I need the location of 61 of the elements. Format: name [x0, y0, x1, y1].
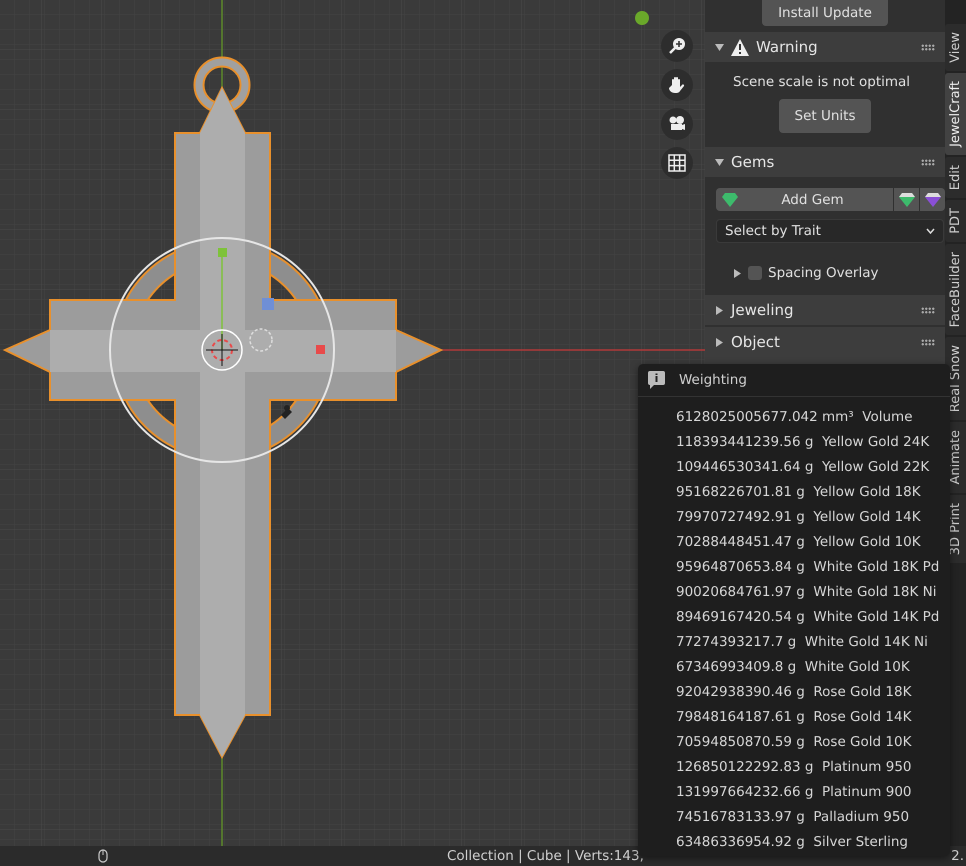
status-text: Collection | Cube | Verts:143,: [447, 848, 644, 864]
expand-arrow-icon[interactable]: [715, 306, 724, 314]
panel-header[interactable]: Warning: [705, 32, 945, 62]
expand-arrow-icon[interactable]: [733, 268, 742, 278]
panel-title: Gems: [731, 153, 776, 171]
eyedropper-icon: [281, 405, 292, 419]
transform-gizmo-drawing[interactable]: [109, 237, 335, 463]
panel-header[interactable]: Jeweling: [705, 295, 945, 325]
expand-arrow-icon[interactable]: [715, 158, 724, 166]
panel-header[interactable]: Object: [705, 327, 945, 357]
weight-row-text: 79848164187.61 g Rose Gold 14K: [676, 708, 912, 727]
sidebar-tab[interactable]: FaceBuilder: [945, 244, 966, 336]
weight-row-text: 67346993409.8 g White Gold 10K: [676, 658, 911, 677]
checkbox[interactable]: [748, 266, 762, 280]
sidebar-tab[interactable]: PDT: [945, 200, 966, 242]
orientation-dot[interactable]: [635, 11, 649, 25]
gem-icon: [722, 192, 738, 206]
sidebar-tab[interactable]: View: [945, 24, 966, 71]
panel-title: Jeweling: [731, 301, 795, 319]
3d-cursor-icon: [206, 334, 238, 366]
weight-row-text: 89469167420.54 g White Gold 14K Pd: [676, 608, 940, 627]
expand-arrow-icon[interactable]: [715, 338, 724, 346]
weight-row-text: 79970727492.91 g Yellow Gold 14K: [676, 508, 922, 527]
popup-title: Weighting: [679, 372, 747, 388]
drag-handle-icon[interactable]: [921, 44, 935, 50]
drag-handle-icon[interactable]: [921, 306, 935, 314]
weight-row-text: 74516783133.97 g Palladium 950: [676, 808, 910, 827]
weight-row-text: 131997664232.66 g Platinum 900: [676, 783, 913, 802]
info-icon: [648, 371, 665, 389]
sidebar-tab[interactable]: JewelCraft: [945, 72, 966, 155]
checkbox-label: Spacing Overlay: [768, 265, 878, 281]
weight-row-text: 63486336954.92 g Silver Sterling: [676, 833, 909, 852]
warning-icon: [731, 38, 749, 56]
weight-row-text: 77274393217.7 g White Gold 14K Ni: [676, 633, 929, 652]
panel-title: Object: [731, 333, 781, 351]
expand-arrow-icon[interactable]: [715, 42, 724, 52]
install-update-button[interactable]: Install Update: [762, 0, 888, 26]
add-gem-button[interactable]: Add Gem: [716, 188, 893, 211]
weight-row-text: 70594850870.59 g Rose Gold 10K: [676, 733, 912, 752]
warning-message: Scene scale is not optimal: [732, 74, 912, 90]
select-by-trait-dropdown[interactable]: Select by Trait: [716, 219, 944, 243]
weight-row-text: 70288448451.47 g Yellow Gold 10K: [676, 533, 922, 552]
gem-icon[interactable]: [920, 188, 945, 211]
sidebar-tab[interactable]: Edit: [945, 156, 966, 198]
weight-row-text: 90020684761.97 g White Gold 18K Ni: [676, 583, 938, 602]
weight-row-text: 126850122292.83 g Platinum 950: [676, 758, 913, 777]
weight-row-text: 92042938390.46 g Rose Gold 18K: [676, 683, 912, 702]
caret-icon: [926, 228, 935, 234]
weight-row-text: 6128025005677.042 mm³ Volume: [676, 408, 914, 427]
panel-title: Warning: [756, 38, 819, 56]
drag-handle-icon[interactable]: [921, 338, 935, 346]
drag-handle-icon[interactable]: [921, 158, 935, 166]
weight-row-text: 109446530341.64 g Yellow Gold 22K: [676, 458, 930, 477]
weight-row-text: 95168226701.81 g Yellow Gold 18K: [676, 483, 922, 502]
mouse-icon: [98, 849, 108, 863]
panel-header[interactable]: Gems: [705, 147, 945, 177]
status-text: 2.: [951, 848, 964, 864]
weight-row-text: 118393441239.56 g Yellow Gold 24K: [676, 433, 930, 452]
weight-row-text: 95964870653.84 g White Gold 18K Pd: [676, 558, 940, 577]
gem-icon[interactable]: [894, 188, 919, 211]
set-units-button[interactable]: Set Units: [778, 99, 872, 133]
